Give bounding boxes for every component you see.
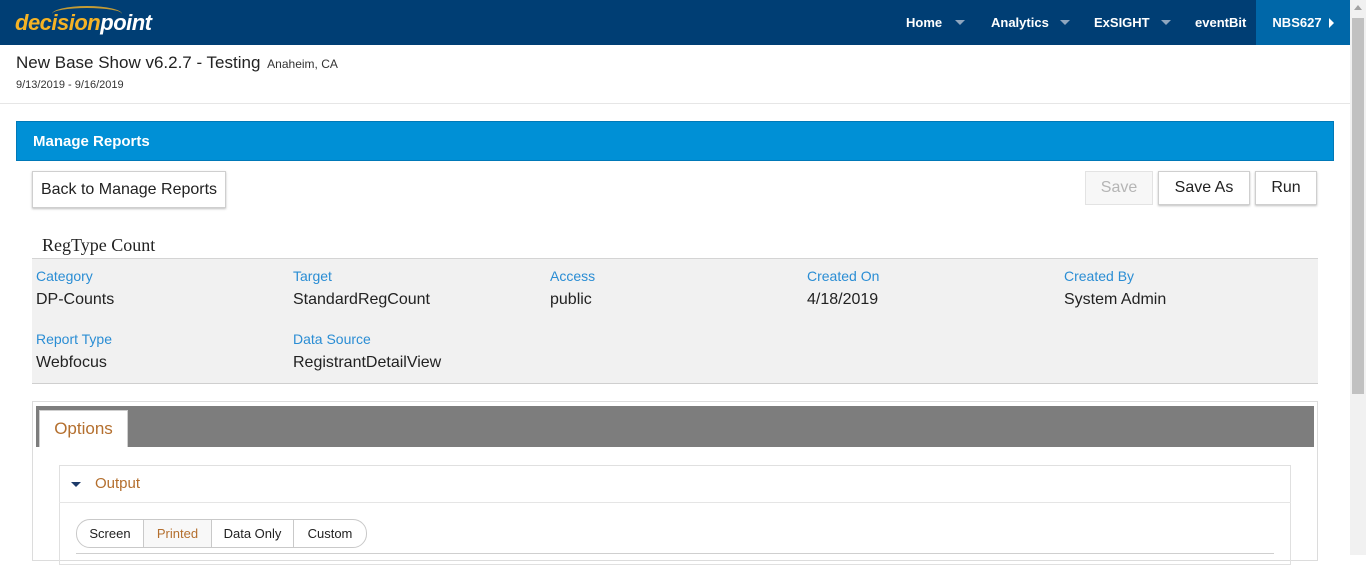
tab-bar <box>36 406 1314 447</box>
run-button[interactable]: Run <box>1255 171 1317 205</box>
collapse-arrow-icon[interactable] <box>71 482 81 487</box>
save-button[interactable]: Save <box>1085 171 1153 205</box>
data-source-label: Data Source <box>293 331 371 347</box>
output-option-data-only[interactable]: Data Only <box>212 520 294 547</box>
output-section-title[interactable]: Output <box>95 475 140 492</box>
created-by-value: System Admin <box>1064 291 1167 308</box>
category-label: Category <box>36 268 93 284</box>
header-divider <box>0 103 1350 104</box>
nav-exsight-label: ExSIGHT <box>1094 15 1150 30</box>
logo-text-decision: decision <box>15 10 101 35</box>
report-type-label: Report Type <box>36 331 113 347</box>
target-label: Target <box>293 268 332 284</box>
created-on-value: 4/18/2019 <box>807 291 879 308</box>
nav-home[interactable]: Home <box>906 0 966 45</box>
nav-eventbit-label: eventBit <box>1195 15 1247 30</box>
caret-down-icon <box>955 20 966 25</box>
caret-down-icon <box>1160 20 1171 25</box>
show-header: New Base Show v6.2.7 - Testing Anaheim, … <box>16 53 338 73</box>
show-dates: 9/13/2019 - 9/16/2019 <box>16 79 124 91</box>
output-divider <box>76 553 1274 554</box>
access-label: Access <box>550 268 596 284</box>
caret-right-icon <box>1328 17 1334 28</box>
caret-down-icon <box>1059 20 1070 25</box>
data-source-value: RegistrantDetailView <box>293 354 442 371</box>
scrollbar-thumb[interactable] <box>1352 18 1364 394</box>
output-option-custom[interactable]: Custom <box>294 520 366 547</box>
nav-home-label: Home <box>906 15 943 30</box>
back-to-manage-reports-button[interactable]: Back to Manage Reports <box>32 171 226 208</box>
access-value: public <box>550 291 592 308</box>
nav-analytics[interactable]: Analytics <box>991 0 1070 45</box>
output-option-screen[interactable]: Screen <box>77 520 144 547</box>
output-option-printed[interactable]: Printed <box>144 520 212 547</box>
scroll-up-arrow-icon[interactable] <box>1354 5 1362 10</box>
nav-show-nbs627[interactable]: NBS627 <box>1256 0 1350 45</box>
nav-exsight[interactable]: ExSIGHT <box>1094 0 1171 45</box>
report-name: RegType Count <box>42 235 156 255</box>
created-on-label: Created On <box>807 268 880 284</box>
nav-analytics-label: Analytics <box>991 15 1049 30</box>
manage-reports-banner: Manage Reports <box>16 121 1334 161</box>
tab-options[interactable]: Options <box>39 410 128 447</box>
nav-eventbit[interactable]: eventBit <box>1195 0 1246 45</box>
logo-text-point: point <box>100 10 152 35</box>
target-value: StandardRegCount <box>293 291 430 308</box>
report-type-value: Webfocus <box>36 354 107 371</box>
nav-show-label: NBS627 <box>1272 15 1322 30</box>
save-as-button[interactable]: Save As <box>1158 171 1250 205</box>
output-type-selector: Screen Printed Data Only Custom <box>76 519 367 548</box>
decisionpoint-logo[interactable]: decisionpoint <box>15 11 152 35</box>
banner-title: Manage Reports <box>33 132 150 150</box>
output-section-header[interactable] <box>59 465 1291 503</box>
created-by-label: Created By <box>1064 268 1135 284</box>
show-location: Anaheim, CA <box>267 57 338 71</box>
category-value: DP-Counts <box>36 291 115 308</box>
show-title: New Base Show v6.2.7 - Testing <box>16 53 261 72</box>
